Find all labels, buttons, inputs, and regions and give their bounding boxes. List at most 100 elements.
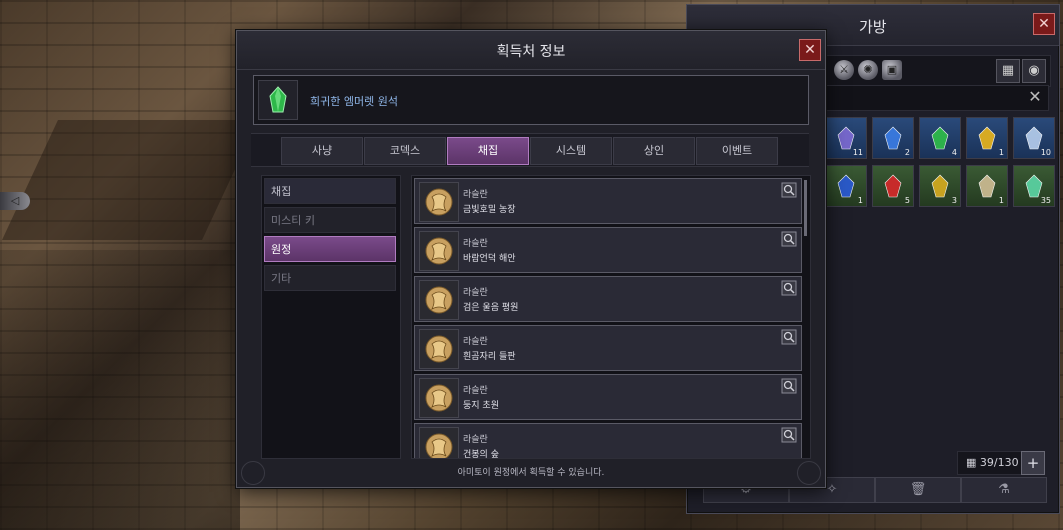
category-item-3[interactable]: 기타 (264, 265, 396, 291)
region-scroll-icon (419, 280, 459, 320)
tab-0[interactable]: 사냥 (281, 137, 363, 165)
bag-slots: 11 2 4 1 10 1 5 3 1 35 (825, 117, 1055, 217)
magnifier-icon[interactable] (781, 329, 797, 345)
bag-slot[interactable]: 5 (872, 165, 914, 207)
slot-count: 1 (857, 196, 863, 205)
source-row[interactable]: 라슬란금빛호밀 농장 (414, 178, 802, 224)
bag-slot[interactable]: 1 (966, 117, 1008, 159)
source-region: 라슬란 (463, 435, 488, 445)
slot-count: 2 (904, 148, 910, 157)
category-item-2[interactable]: 원정 (264, 236, 396, 262)
source-place: 흰곰자리 들판 (463, 352, 516, 362)
tab-2[interactable]: 채집 (447, 137, 529, 165)
corner-ornament-right (797, 461, 821, 485)
source-region: 라슬란 (463, 288, 488, 298)
expand-bag-button[interactable]: + (1021, 451, 1045, 475)
bag-search-clear-icon[interactable]: ✕ (1026, 88, 1044, 106)
bag-filter-sword-icon[interactable]: ⚔ (834, 60, 854, 80)
background-shadow (0, 250, 240, 530)
magnifier-icon[interactable] (781, 280, 797, 296)
magnifier-icon[interactable] (781, 378, 797, 394)
bag-slot-count: ▦ 39/130 (957, 451, 1028, 475)
trash-icon[interactable]: 🗑 (875, 477, 961, 503)
slot-count-text: 39/130 (979, 456, 1019, 469)
source-place: 바람언덕 해안 (463, 254, 516, 264)
gem-icon (837, 174, 855, 198)
bag-toolbar: ⚔ ✺ ▣ ▦ ◉ (825, 55, 1051, 87)
region-scroll-icon (419, 329, 459, 369)
gem-icon (1025, 126, 1043, 150)
magnifier-icon[interactable] (781, 231, 797, 247)
gem-icon (1025, 174, 1043, 198)
source-place: 건봉의 숲 (463, 450, 499, 459)
region-scroll-icon (419, 378, 459, 418)
bag-search-input[interactable]: ✕ (825, 85, 1049, 111)
tab-4[interactable]: 상인 (613, 137, 695, 165)
slot-count: 1 (998, 196, 1004, 205)
bag-close-icon[interactable]: ✕ (1033, 13, 1055, 35)
bag-slot[interactable]: 4 (919, 117, 961, 159)
source-place: 검은 울음 평원 (463, 303, 519, 313)
green-gem-icon (258, 80, 298, 120)
source-list: 라슬란 금빛호밀 농장 라슬란 바람언덕 해안 라슬란 검은 울음 평원 라슬란 흰곰자리 들… (411, 175, 811, 459)
bag-slot[interactable]: 10 (1013, 117, 1055, 159)
slot-count: 35 (1040, 196, 1051, 205)
gem-icon (978, 126, 996, 150)
grid-view-icon[interactable]: ▦ (996, 59, 1020, 83)
category-panel: 채집미스티 키원정기타 (261, 175, 401, 459)
tab-1[interactable]: 코덱스 (364, 137, 446, 165)
source-region: 라슬란 (463, 386, 488, 396)
source-place: 금빛호밀 농장 (463, 205, 516, 215)
gem-icon (978, 174, 996, 198)
source-row[interactable]: 라슬란둥지 초원 (414, 374, 802, 420)
slot-count: 3 (951, 196, 957, 205)
source-row[interactable]: 라슬란검은 울음 평원 (414, 276, 802, 322)
bag-filter-gear-icon[interactable]: ✺ (858, 60, 878, 80)
bag-slot[interactable]: 35 (1013, 165, 1055, 207)
category-item-1[interactable]: 미스티 키 (264, 207, 396, 233)
dialog-header: 획득처 정보 ✕ (237, 31, 825, 70)
acquisition-info-dialog: 획득처 정보 ✕ 희귀한 엠머렛 원석 사냥 코덱스 채집 시스템 상인 이벤트 채집 미스… (236, 30, 826, 488)
corner-ornament-left (241, 461, 265, 485)
source-row[interactable]: 라슬란흰곰자리 들판 (414, 325, 802, 371)
slot-grid-icon: ▦ (966, 456, 977, 469)
item-name: 희귀한 엠머렛 원석 (310, 95, 398, 108)
source-list-scrollbar[interactable] (804, 180, 807, 236)
gem-icon (884, 174, 902, 198)
gem-icon (931, 126, 949, 150)
slot-count: 11 (852, 148, 863, 157)
tab-5[interactable]: 이벤트 (696, 137, 778, 165)
slot-count: 10 (1040, 148, 1051, 157)
region-scroll-icon (419, 231, 459, 271)
item-summary: 희귀한 엠머렛 원석 (253, 75, 809, 125)
bag-slot[interactable]: 3 (919, 165, 961, 207)
bag-slot[interactable]: 1 (966, 165, 1008, 207)
side-panel-handle[interactable]: ◁ (0, 192, 30, 210)
dialog-close-icon[interactable]: ✕ (799, 39, 821, 61)
category-item-0[interactable]: 채집 (264, 178, 396, 204)
bag-slot[interactable]: 2 (872, 117, 914, 159)
tab-3[interactable]: 시스템 (530, 137, 612, 165)
source-region: 라슬란 (463, 337, 488, 347)
eye-toggle-icon[interactable]: ◉ (1022, 59, 1046, 83)
bag-slot[interactable]: 11 (825, 117, 867, 159)
gem-icon (931, 174, 949, 198)
bag-title: 가방 (859, 18, 887, 36)
slot-count: 5 (904, 196, 910, 205)
bag-filter-box-icon[interactable]: ▣ (882, 60, 902, 80)
source-region: 라슬란 (463, 190, 488, 200)
source-region: 라슬란 (463, 239, 488, 249)
flask-icon[interactable]: ⚗ (961, 477, 1047, 503)
source-row[interactable]: 라슬란건봉의 숲 (414, 423, 802, 459)
source-row[interactable]: 라슬란바람언덕 해안 (414, 227, 802, 273)
source-tabs: 사냥 코덱스 채집 시스템 상인 이벤트 (251, 133, 809, 167)
gem-icon (837, 126, 855, 150)
bag-slot[interactable]: 1 (825, 165, 867, 207)
magnifier-icon[interactable] (781, 427, 797, 443)
dialog-title: 획득처 정보 (496, 44, 566, 60)
dialog-footer-note: 아미토이 원정에서 획득할 수 있습니다. (457, 468, 605, 478)
region-scroll-icon (419, 182, 459, 222)
magnifier-icon[interactable] (781, 182, 797, 198)
slot-count: 1 (998, 148, 1004, 157)
source-place: 둥지 초원 (463, 401, 499, 411)
